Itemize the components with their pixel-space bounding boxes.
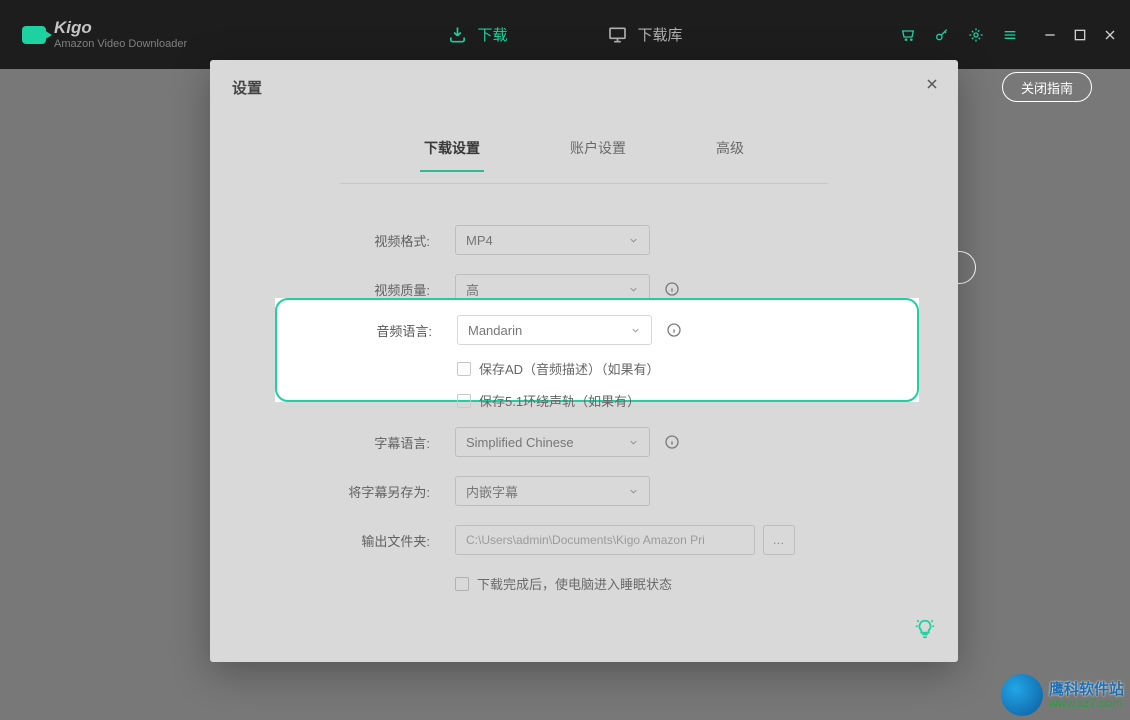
value-subtitle-language: Simplified Chinese <box>466 435 574 450</box>
titlebar: Kigo Amazon Video Downloader 下载 下载库 <box>0 0 1130 69</box>
app-subtitle: Amazon Video Downloader <box>54 38 187 50</box>
label-sleep-after: 下载完成后，使电脑进入睡眠状态 <box>477 574 672 593</box>
tab-advanced-settings-label: 高级 <box>716 140 744 156</box>
label-save-ad: 保存AD（音频描述）（如果有） <box>479 359 660 378</box>
value-output-folder: C:\Users\admin\Documents\Kigo Amazon Pri <box>466 533 705 547</box>
row-subtitle-language: 字幕语言: Simplified Chinese <box>210 427 958 457</box>
row-audio-language: 音频语言: Mandarin <box>277 315 917 345</box>
close-guide-label: 关闭指南 <box>1021 78 1073 97</box>
label-video-quality: 视频质量: <box>210 280 455 299</box>
maximize-icon[interactable] <box>1072 27 1088 43</box>
browse-label: … <box>773 533 786 547</box>
info-icon[interactable] <box>664 281 680 297</box>
chevron-down-icon <box>628 235 639 246</box>
tab-download[interactable]: 下载 <box>447 24 507 45</box>
row-video-format: 视频格式: MP4 <box>210 225 958 255</box>
modal-close-icon[interactable] <box>924 76 940 92</box>
tab-download-settings-label: 下载设置 <box>424 140 480 156</box>
tab-account-settings[interactable]: 账户设置 <box>570 138 626 170</box>
modal-title: 设置 <box>232 77 936 98</box>
tab-library-label: 下载库 <box>638 24 683 45</box>
app-logo: Kigo Amazon Video Downloader <box>0 19 187 50</box>
app-name: Kigo <box>54 19 187 38</box>
main-tabs: 下载 下载库 <box>447 0 682 69</box>
select-video-format[interactable]: MP4 <box>455 225 650 255</box>
menu-icon[interactable] <box>1002 27 1018 43</box>
minimize-icon[interactable] <box>1042 27 1058 43</box>
chevron-down-icon <box>628 284 639 295</box>
cart-icon[interactable] <box>900 27 916 43</box>
monitor-icon <box>608 25 628 45</box>
close-icon[interactable] <box>1102 27 1118 43</box>
browse-button[interactable]: … <box>763 525 795 555</box>
tab-account-settings-label: 账户设置 <box>570 140 626 156</box>
tab-library[interactable]: 下载库 <box>608 24 683 45</box>
row-sleep-after: 下载完成后，使电脑进入睡眠状态 <box>210 574 958 593</box>
close-guide-button[interactable]: 关闭指南 <box>1002 72 1092 102</box>
label-save-51: 保存5.1环绕声轨（如果有） <box>479 391 640 410</box>
row-save-51: 保存5.1环绕声轨（如果有） <box>277 391 917 410</box>
output-folder-field: C:\Users\admin\Documents\Kigo Amazon Pri <box>455 525 755 555</box>
select-audio-language[interactable]: Mandarin <box>457 315 652 345</box>
checkbox-sleep-after[interactable] <box>455 577 469 591</box>
select-subtitle-language[interactable]: Simplified Chinese <box>455 427 650 457</box>
value-video-quality: 高 <box>466 280 479 299</box>
key-icon[interactable] <box>934 27 950 43</box>
chevron-down-icon <box>628 486 639 497</box>
system-icons <box>900 0 1118 69</box>
info-icon[interactable] <box>666 322 682 338</box>
label-subtitle-language: 字幕语言: <box>210 433 455 452</box>
row-output-folder: 输出文件夹: C:\Users\admin\Documents\Kigo Ama… <box>210 525 958 555</box>
modal-tabs: 下载设置 账户设置 高级 <box>210 138 958 170</box>
label-save-subtitle-as: 将字幕另存为: <box>210 482 455 501</box>
guide-highlight: 音频语言: Mandarin 保存AD（音频描述）（如果有） 保存5.1环绕声轨… <box>275 298 919 402</box>
tab-download-label: 下载 <box>477 24 507 45</box>
value-save-subtitle-as: 内嵌字幕 <box>466 482 518 501</box>
download-icon <box>447 25 467 45</box>
tab-download-settings[interactable]: 下载设置 <box>424 138 480 170</box>
row-save-subtitle-as: 将字幕另存为: 内嵌字幕 <box>210 476 958 506</box>
gear-icon[interactable] <box>968 27 984 43</box>
label-video-format: 视频格式: <box>210 231 455 250</box>
checkbox-save-51[interactable] <box>457 394 471 408</box>
value-audio-language: Mandarin <box>468 323 522 338</box>
label-audio-language: 音频语言: <box>277 321 457 340</box>
settings-modal: 设置 下载设置 账户设置 高级 视频格式: MP4 视频质量: 高 字幕语言: <box>210 60 958 662</box>
camera-icon <box>22 26 46 44</box>
row-save-ad: 保存AD（音频描述）（如果有） <box>277 359 917 378</box>
chevron-down-icon <box>630 325 641 336</box>
value-video-format: MP4 <box>466 233 493 248</box>
label-output-folder: 输出文件夹: <box>210 531 455 550</box>
info-icon[interactable] <box>664 434 680 450</box>
select-save-subtitle-as[interactable]: 内嵌字幕 <box>455 476 650 506</box>
lightbulb-icon[interactable] <box>914 618 936 640</box>
checkbox-save-ad[interactable] <box>457 362 471 376</box>
chevron-down-icon <box>628 437 639 448</box>
tab-advanced-settings[interactable]: 高级 <box>716 138 744 170</box>
